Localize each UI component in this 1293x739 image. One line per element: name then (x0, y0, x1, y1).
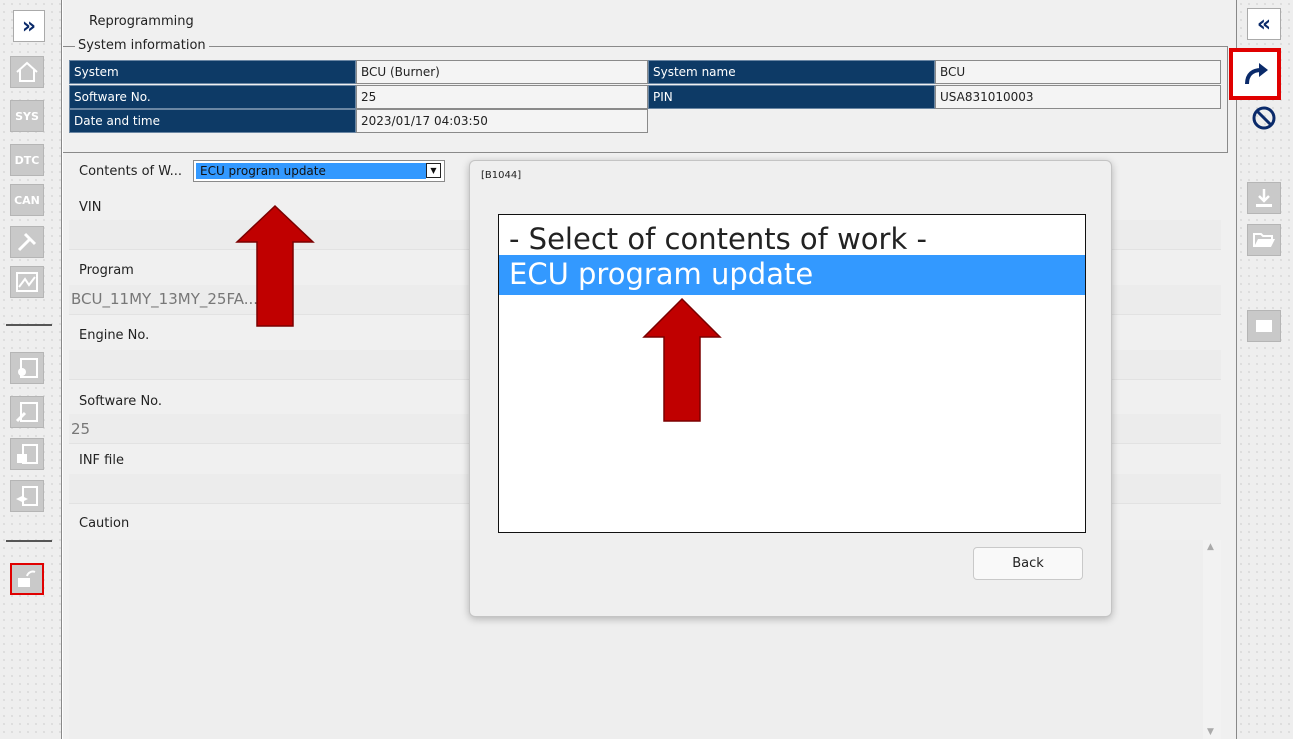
pin-label: PIN (648, 85, 935, 109)
download-button[interactable] (1247, 182, 1281, 214)
system-name-label: System name (648, 60, 935, 84)
contents-of-work-label: Contents of W... (79, 164, 183, 179)
cancel-button[interactable] (1247, 102, 1281, 134)
scroll-up-icon[interactable]: ▲ (1207, 542, 1214, 552)
software-no-label: Software No. (69, 85, 356, 109)
vin-label: VIN (79, 200, 102, 215)
right-toolbar: « (1229, 0, 1293, 739)
edit-list-button[interactable] (10, 396, 44, 428)
inf-file-label: INF file (79, 453, 124, 468)
settings-list-icon (18, 358, 38, 378)
select-work-dialog: [B1044] - Select of contents of work - E… (469, 160, 1112, 617)
date-time-value: 2023/01/17 04:03:50 (356, 109, 648, 133)
list-item-selected[interactable]: ECU program update (499, 255, 1085, 295)
settings-list-button[interactable] (10, 352, 44, 384)
program-label: Program (79, 263, 134, 278)
expand-sidebar-button[interactable]: » (13, 10, 45, 42)
software-no-value: 25 (356, 85, 648, 109)
open-folder-icon (1253, 233, 1275, 247)
software-no-field-value: 25 (71, 420, 91, 438)
contents-of-work-select[interactable]: ECU program update ▼ (193, 160, 445, 182)
chip-button[interactable] (1247, 310, 1281, 342)
system-value: BCU (Burner) (356, 60, 648, 84)
toolbar-divider (6, 540, 52, 542)
tools-button[interactable] (10, 226, 44, 258)
contents-of-work-list[interactable]: - Select of contents of work - ECU progr… (498, 214, 1086, 533)
home-icon (16, 61, 38, 82)
program-value: BCU_11MY_13MY_25FA... (71, 290, 259, 308)
lock-list-button[interactable] (10, 438, 44, 470)
can-icon: CAN (14, 193, 40, 207)
system-label: System (69, 60, 356, 84)
caution-label: Caution (79, 516, 130, 531)
tools-icon (17, 232, 37, 252)
open-folder-button[interactable] (1247, 224, 1281, 256)
double-chevron-right-icon: » (21, 13, 37, 39)
home-button[interactable] (10, 56, 44, 88)
caution-scrollbar[interactable]: ▲ ▼ (1203, 540, 1221, 739)
date-time-label: Date and time (69, 109, 356, 133)
training-list-button[interactable] (10, 480, 44, 512)
engine-no-label: Engine No. (79, 328, 150, 343)
contents-of-work-selected: ECU program update (196, 163, 426, 179)
pin-value: USA831010003 (935, 85, 1221, 109)
dialog-title: [B1044] (481, 170, 522, 181)
scroll-down-icon[interactable]: ▼ (1207, 727, 1214, 737)
data-monitor-button[interactable] (10, 266, 44, 298)
training-list-icon (16, 486, 38, 506)
lock-list-icon (17, 444, 38, 464)
sys-button[interactable]: SYS (10, 100, 44, 132)
toolbar-divider (6, 324, 52, 326)
reprogram-chip-icon (18, 570, 36, 587)
data-monitor-icon (16, 272, 38, 292)
proceed-arrow-icon (1245, 63, 1268, 85)
collapse-sidebar-button[interactable]: « (1247, 8, 1281, 40)
software-no-field-label: Software No. (79, 394, 163, 409)
proceed-button[interactable] (1229, 48, 1281, 100)
reprogram-button[interactable] (10, 563, 44, 595)
dtc-button[interactable]: DTC (10, 144, 44, 176)
chip-icon (1256, 320, 1272, 332)
system-information-legend: System information (75, 38, 209, 53)
double-chevron-left-icon: « (1256, 11, 1272, 37)
list-item[interactable]: - Select of contents of work - (499, 220, 1085, 260)
back-button[interactable]: Back (973, 547, 1083, 580)
left-toolbar: » SYS DTC CAN (0, 0, 62, 739)
annotation-arrow-up-icon (235, 204, 315, 327)
edit-list-icon (15, 402, 38, 423)
cancel-icon (1252, 106, 1276, 130)
dropdown-arrow-icon[interactable]: ▼ (426, 163, 441, 178)
system-name-value: BCU (935, 60, 1221, 84)
page-title: Reprogramming (89, 14, 194, 29)
dtc-icon: DTC (14, 153, 40, 167)
can-button[interactable]: CAN (10, 184, 44, 216)
download-icon (1256, 189, 1272, 207)
sys-icon: SYS (15, 109, 39, 123)
app-window: » SYS DTC CAN Reprogramming System infor… (0, 0, 1293, 739)
annotation-arrow-up-icon (642, 297, 722, 422)
